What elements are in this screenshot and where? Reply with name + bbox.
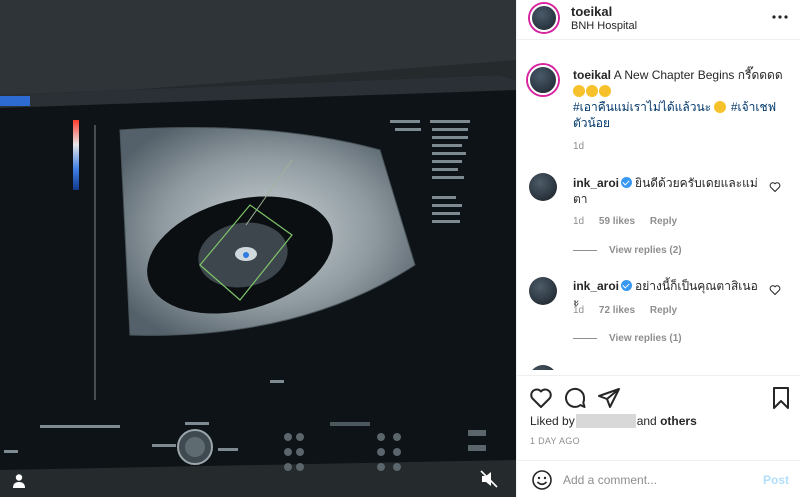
comment-time: 1d	[573, 305, 585, 316]
post-caption: toeikal A New Chapter Begins กรี๊ดดดด #เ…	[573, 67, 789, 131]
avatar[interactable]	[530, 4, 558, 32]
post-date: 1 DAY AGO	[530, 436, 580, 446]
others-link[interactable]: others	[660, 414, 697, 428]
instagram-post-page: toeikal BNH Hospital toeikal A New Chapt…	[0, 0, 800, 497]
comment-item: ink_aroi ยินดีด้วยครับเดยและแม่ตา	[573, 175, 763, 207]
mute-icon[interactable]	[478, 468, 500, 490]
save-icon[interactable]	[769, 386, 793, 410]
post-video[interactable]	[0, 0, 516, 497]
comment-avatar[interactable]	[529, 365, 557, 370]
comment-meta: 1d 72 likes Reply	[573, 305, 689, 316]
post-sidebar: toeikal BNH Hospital toeikal A New Chapt…	[516, 0, 800, 497]
comment-avatar[interactable]	[529, 277, 557, 305]
comment-likes[interactable]: 59 likes	[599, 216, 635, 227]
comment-like-heart-icon[interactable]	[769, 181, 781, 193]
more-icon[interactable]	[771, 10, 789, 24]
reply-button[interactable]: Reply	[650, 305, 677, 316]
view-replies-button[interactable]: View replies (2)	[573, 245, 682, 256]
smile-icon[interactable]	[531, 469, 553, 491]
comment-likes[interactable]: 72 likes	[599, 305, 635, 316]
emoji-icon	[573, 85, 585, 97]
location-link[interactable]: BNH Hospital	[571, 20, 637, 32]
comment-avatar[interactable]	[529, 173, 557, 201]
view-replies-button[interactable]: View replies (1)	[573, 333, 682, 344]
caption-text: A New Chapter Begins กรี๊ดดดด	[613, 68, 783, 82]
liked-by-and: and	[636, 414, 657, 428]
header-username[interactable]: toeikal	[571, 4, 612, 19]
comment-like-heart-icon[interactable]	[769, 284, 781, 296]
share-icon[interactable]	[597, 386, 621, 410]
ultrasound-monitor-image	[0, 0, 516, 497]
post-comment-button[interactable]: Post	[763, 473, 789, 487]
post-header: toeikal BNH Hospital	[517, 0, 800, 40]
caption-time: 1d	[573, 141, 585, 152]
hashtag-link[interactable]: #เอาคืนแม่เราไม่ได้แล้วนะ	[573, 100, 711, 114]
action-bar	[517, 375, 800, 415]
comment-icon[interactable]	[563, 386, 587, 410]
emoji-icon	[599, 85, 611, 97]
add-comment-bar: Post	[517, 460, 800, 497]
emoji-icon	[586, 85, 598, 97]
comment-time: 1d	[573, 216, 585, 227]
comment-meta: 1d 59 likes Reply	[573, 216, 689, 227]
caption-avatar[interactable]	[528, 65, 558, 95]
likes-summary: Liked by and others	[530, 414, 697, 428]
liked-by-label: Liked by	[530, 414, 575, 428]
emoji-icon	[714, 101, 727, 113]
caption-username[interactable]: toeikal	[573, 68, 611, 82]
verified-badge-icon	[621, 177, 633, 188]
user-tag-icon[interactable]	[10, 472, 28, 490]
comment-input[interactable]	[563, 470, 743, 490]
hidden-username-blur	[575, 414, 636, 428]
comment-username[interactable]: ink_aroi	[573, 279, 619, 293]
reply-button[interactable]: Reply	[650, 216, 677, 227]
comment-username[interactable]: ink_aroi	[573, 176, 619, 190]
verified-badge-icon	[621, 280, 633, 291]
comments-list[interactable]: toeikal A New Chapter Begins กรี๊ดดดด #เ…	[517, 45, 800, 370]
heart-icon[interactable]	[529, 386, 553, 410]
